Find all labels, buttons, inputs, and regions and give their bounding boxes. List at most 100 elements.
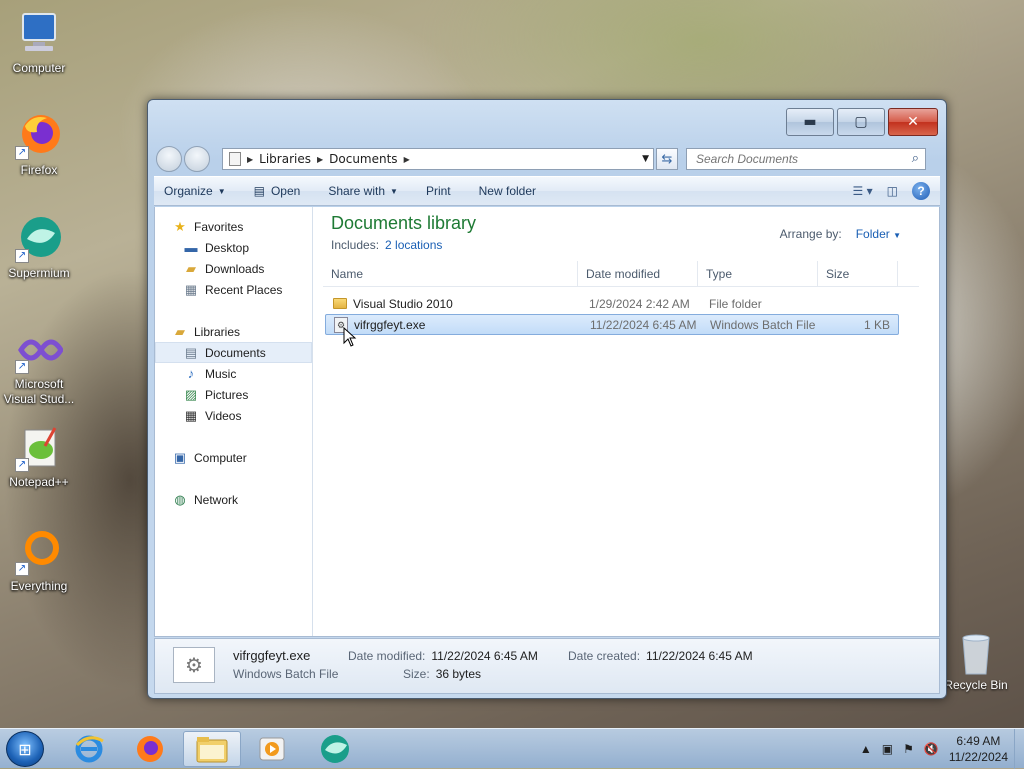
desktop-icon-label: Everything	[10, 579, 68, 593]
column-header-size[interactable]: Size	[818, 261, 898, 286]
nav-item-downloads[interactable]: ▰ Downloads	[155, 258, 312, 279]
minimize-button[interactable]: ▬	[786, 108, 834, 136]
breadcrumb-libraries[interactable]: Libraries	[259, 152, 311, 166]
nav-item-music[interactable]: ♪ Music	[155, 363, 312, 384]
start-button[interactable]: ⊞	[6, 731, 44, 767]
show-desktop-button[interactable]	[1014, 729, 1024, 769]
field-label: Date created:	[568, 649, 641, 663]
breadcrumb-chevron-icon[interactable]: ▶	[317, 155, 323, 164]
desktop-icon-supermium[interactable]: ↗ Supermium	[0, 215, 78, 280]
desktop-icon-label: Supermium	[8, 266, 70, 280]
organize-button[interactable]: Organize ▼	[164, 184, 226, 198]
desktop-icon-firefox[interactable]: ↗ Firefox	[0, 112, 78, 177]
desktop-icon-notepadpp[interactable]: ↗ Notepad++	[0, 424, 78, 489]
nav-item-favorites[interactable]: ★ Favorites	[155, 216, 312, 237]
field-label: Date modified:	[348, 649, 426, 663]
preview-pane-icon[interactable]: ◫	[887, 184, 898, 198]
breadcrumb-documents[interactable]: Documents	[329, 152, 397, 166]
forward-button[interactable]	[184, 146, 210, 172]
share-with-button[interactable]: Share with ▼	[328, 184, 398, 198]
row-name-cell: Visual Studio 2010	[325, 297, 583, 311]
command-bar: Organize ▼ ▤ Open Share with ▼ Print New fo…	[154, 176, 940, 206]
back-button[interactable]	[156, 146, 182, 172]
clock[interactable]: 6:49 AM 11/22/2024	[949, 733, 1008, 765]
shortcut-arrow-icon: ↗	[15, 562, 29, 576]
mouse-cursor-icon	[343, 326, 357, 350]
search-box[interactable]: ⌕	[686, 148, 926, 170]
supermium-icon	[321, 735, 349, 763]
computer-icon	[15, 10, 63, 58]
taskbar-media-player[interactable]	[243, 731, 301, 767]
search-input[interactable]	[694, 151, 894, 167]
desktop-icon-label: Firefox	[20, 163, 58, 177]
open-label: Open	[270, 184, 301, 198]
arrange-by-dropdown[interactable]: Folder ▼	[856, 227, 901, 241]
maximize-button[interactable]: ▢	[837, 108, 885, 136]
nav-item-documents[interactable]: ▤ Documents	[155, 342, 312, 363]
taskbar-supermium[interactable]	[306, 731, 364, 767]
nav-label: Pictures	[205, 387, 249, 402]
nav-item-libraries[interactable]: ▰ Libraries	[155, 321, 312, 342]
desktop-icon-recycle-bin[interactable]: Recycle Bin	[940, 632, 1012, 692]
help-icon[interactable]: ?	[912, 182, 930, 200]
nav-item-pictures[interactable]: ▨ Pictures	[155, 384, 312, 405]
navigation-pane: ★ Favorites ▬ Desktop ▰ Downloads ▦ Rece…	[155, 207, 313, 636]
star-icon: ★	[174, 218, 186, 234]
nav-item-recent-places[interactable]: ▦ Recent Places	[155, 279, 312, 300]
documents-icon: ▤	[184, 344, 198, 360]
taskbar-firefox[interactable]	[121, 731, 179, 767]
desktop-icon-visual-studio[interactable]: ↗ Microsoft Visual Stud...	[0, 326, 78, 407]
action-center-flag-icon[interactable]: ⚑	[903, 742, 914, 756]
open-button[interactable]: ▤ Open	[254, 184, 301, 198]
internet-explorer-icon	[75, 735, 104, 763]
desktop-icon-label: Notepad++	[9, 475, 69, 489]
firefox-icon: ↗	[15, 112, 63, 160]
print-label: Print	[425, 184, 451, 198]
breadcrumb-chevron-icon[interactable]: ▶	[404, 155, 410, 164]
address-bar[interactable]: ▶ Libraries ▶ Documents ▶ ▼	[222, 148, 654, 170]
taskbar-internet-explorer[interactable]	[60, 731, 118, 767]
file-size: 1 KB	[863, 317, 890, 332]
taskbar-explorer[interactable]	[183, 731, 241, 767]
nav-label: Music	[205, 366, 237, 381]
locations-link[interactable]: 2 locations	[385, 238, 442, 252]
column-header-date[interactable]: Date modified	[578, 261, 698, 286]
new-folder-label: New folder	[478, 184, 536, 198]
desktop-icon-label: Computer	[12, 61, 66, 75]
library-small-icon	[229, 152, 241, 166]
library-includes: Includes: 2 locations	[331, 238, 442, 252]
table-row-selected[interactable]: ⚙ vifrggfeyt.exe 11/22/2024 6:45 AM Windo…	[325, 314, 899, 335]
nav-label: Desktop	[205, 240, 250, 255]
network-tray-icon[interactable]: ▣	[882, 742, 893, 756]
print-button[interactable]: Print	[426, 184, 451, 198]
column-header-name[interactable]: Name	[323, 261, 578, 286]
close-button[interactable]: ✕	[888, 108, 938, 136]
search-icon[interactable]: ⌕	[912, 151, 919, 166]
nav-item-desktop[interactable]: ▬ Desktop	[155, 237, 312, 258]
refresh-button[interactable]: ⇆	[656, 148, 678, 170]
view-options-icon[interactable]: ☰ ▾	[853, 184, 873, 198]
volume-muted-icon[interactable]: 🔇	[924, 742, 939, 756]
windows-logo-icon: ⊞	[18, 739, 32, 759]
explorer-window[interactable]: ▬ ▢ ✕ ▶ Libraries ▶ Documents ▶ ▼ ⇆ ⌕ Or…	[147, 99, 947, 699]
nav-item-network[interactable]: ◍ Network	[155, 489, 312, 510]
desktop-icon-everything[interactable]: ↗ Everything	[0, 528, 78, 593]
music-icon: ♪	[187, 366, 195, 381]
details-date-created: Date created: 11/22/2024 6:45 AM	[568, 649, 753, 663]
nav-label: Documents	[205, 345, 266, 360]
table-row[interactable]: Visual Studio 2010 1/29/2024 2:42 AM Fil…	[325, 293, 899, 314]
nav-label: Videos	[205, 408, 242, 423]
show-hidden-icons-icon[interactable]: ▲	[860, 742, 872, 756]
caption-buttons: ▬ ▢ ✕	[783, 108, 938, 136]
nav-item-computer[interactable]: ▣ Computer	[155, 447, 312, 468]
column-header-type[interactable]: Type	[698, 261, 818, 286]
folder-icon	[333, 298, 347, 309]
breadcrumb-chevron-icon[interactable]: ▶	[247, 155, 253, 164]
nav-item-videos[interactable]: ▦ Videos	[155, 405, 312, 426]
media-player-icon	[259, 737, 285, 761]
new-folder-button[interactable]: New folder	[479, 184, 536, 198]
desktop-icon-computer[interactable]: Computer	[0, 10, 78, 75]
address-dropdown-icon[interactable]: ▼	[642, 154, 649, 164]
arrange-by: Arrange by: Folder ▼	[780, 227, 901, 241]
file-date: 1/29/2024 2:42 AM	[589, 296, 690, 311]
